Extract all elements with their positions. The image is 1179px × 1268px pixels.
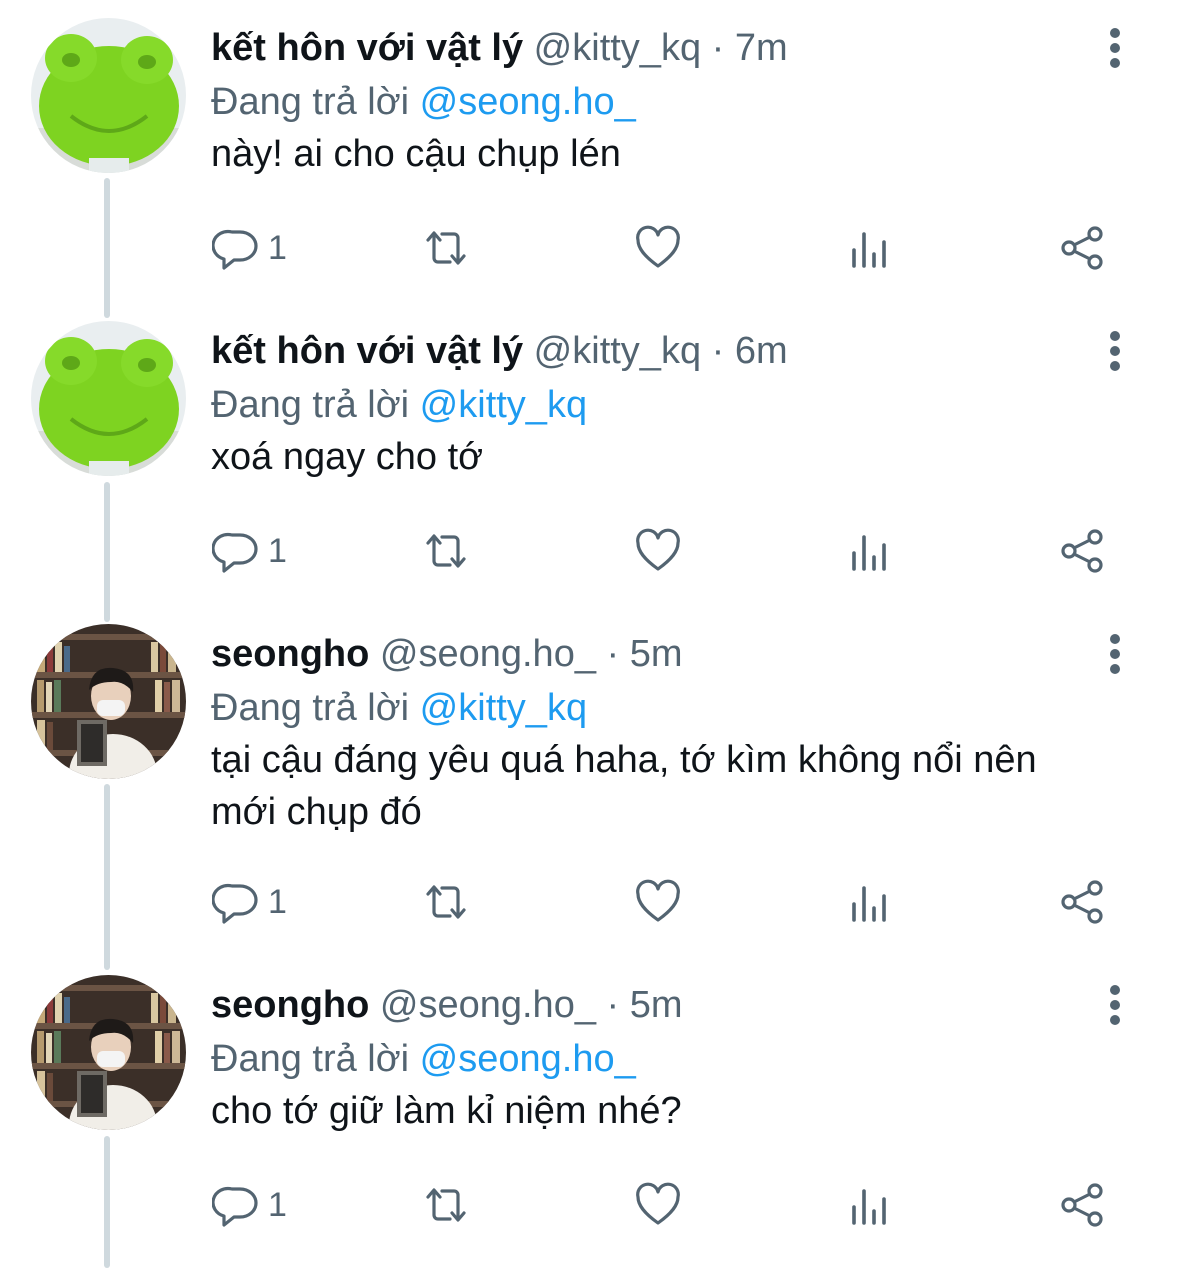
timestamp[interactable]: · 7m [712, 27, 788, 69]
analytics-icon [852, 1189, 886, 1225]
tweet[interactable]: seongho @seong.ho_ · 5m Đang trả lời @se… [0, 957, 1179, 1268]
share-button[interactable] [1058, 872, 1106, 932]
user-handle[interactable]: @kitty_kq [534, 27, 701, 69]
tweet-header: seongho @seong.ho_ · 5m [211, 628, 683, 680]
timestamp[interactable]: · 6m [712, 330, 788, 372]
analytics-icon [852, 535, 886, 571]
retweet-icon [426, 231, 466, 265]
avatar[interactable] [31, 321, 186, 476]
reply-button[interactable]: 1 [212, 1175, 287, 1235]
person-avatar-image [31, 624, 186, 779]
avatar[interactable] [31, 975, 186, 1130]
share-icon [1061, 529, 1103, 573]
timestamp[interactable]: · 5m [607, 984, 683, 1026]
display-name[interactable]: kết hôn với vật lý [211, 27, 523, 69]
reply-prefix: Đang trả lời [211, 384, 410, 426]
reply-icon [212, 1186, 258, 1227]
share-button[interactable] [1058, 218, 1106, 278]
tweet-header: seongho @seong.ho_ · 5m [211, 979, 683, 1031]
reply-count: 1 [268, 531, 287, 570]
retweet-icon [426, 1188, 466, 1222]
reply-prefix: Đang trả lời [211, 81, 410, 123]
timestamp[interactable]: · 5m [607, 633, 683, 675]
reply-to-handle[interactable]: @seong.ho_ [420, 1038, 636, 1080]
reply-to-handle[interactable]: @kitty_kq [420, 384, 587, 426]
reply-context: Đang trả lời @kitty_kq [211, 379, 587, 431]
views-button[interactable] [846, 1175, 894, 1235]
avatar[interactable] [31, 624, 186, 779]
display-name[interactable]: seongho [211, 984, 369, 1026]
reply-context: Đang trả lời @seong.ho_ [211, 1033, 636, 1085]
reply-count: 1 [268, 882, 287, 921]
more-vertical-icon[interactable] [1100, 329, 1130, 373]
analytics-icon [852, 886, 886, 922]
reply-button[interactable]: 1 [212, 218, 287, 278]
reply-to-handle[interactable]: @seong.ho_ [420, 81, 636, 123]
share-button[interactable] [1058, 1175, 1106, 1235]
reply-button[interactable]: 1 [212, 521, 287, 581]
share-icon [1061, 226, 1103, 270]
tweet[interactable]: kết hôn với vật lý @kitty_kq · 7m Đang t… [0, 0, 1179, 300]
user-handle[interactable]: @seong.ho_ [380, 984, 596, 1026]
share-icon [1061, 880, 1103, 924]
reply-count: 1 [268, 1185, 287, 1224]
avatar[interactable] [31, 18, 186, 173]
heart-icon [636, 528, 680, 571]
tweet-actions: 1 [0, 872, 1179, 932]
more-vertical-icon[interactable] [1100, 983, 1130, 1027]
views-button[interactable] [846, 218, 894, 278]
more-vertical-icon[interactable] [1100, 26, 1130, 70]
tweet-text: cho tớ giữ làm kỉ niệm nhé? [211, 1090, 682, 1132]
tweet[interactable]: seongho @seong.ho_ · 5m Đang trả lời @ki… [0, 606, 1179, 956]
reply-to-handle[interactable]: @kitty_kq [420, 687, 587, 729]
frog-avatar-image [31, 321, 186, 476]
reply-context: Đang trả lời @kitty_kq [211, 682, 587, 734]
views-button[interactable] [846, 872, 894, 932]
heart-icon [636, 225, 680, 268]
retweet-button[interactable] [422, 872, 470, 932]
tweet-header: kết hôn với vật lý @kitty_kq · 6m [211, 325, 788, 377]
retweet-button[interactable] [422, 218, 470, 278]
heart-icon [636, 879, 680, 922]
share-button[interactable] [1058, 521, 1106, 581]
retweet-button[interactable] [422, 521, 470, 581]
like-button[interactable] [634, 218, 682, 278]
views-button[interactable] [846, 521, 894, 581]
reply-prefix: Đang trả lời [211, 687, 410, 729]
more-vertical-icon[interactable] [1100, 632, 1130, 676]
reply-button[interactable]: 1 [212, 872, 287, 932]
tweet-text: xoá ngay cho tớ [211, 436, 484, 478]
reply-icon [212, 532, 258, 573]
tweet-text: này! ai cho cậu chụp lén [211, 133, 621, 175]
retweet-icon [426, 885, 466, 919]
user-handle[interactable]: @kitty_kq [534, 330, 701, 372]
person-avatar-image [31, 975, 186, 1130]
retweet-icon [426, 534, 466, 568]
like-button[interactable] [634, 872, 682, 932]
tweet-actions: 1 [0, 1175, 1179, 1235]
reply-icon [212, 229, 258, 270]
display-name[interactable]: seongho [211, 633, 369, 675]
frog-avatar-image [31, 18, 186, 173]
share-icon [1061, 1183, 1103, 1227]
tweet-header: kết hôn với vật lý @kitty_kq · 7m [211, 22, 788, 74]
tweet[interactable]: kết hôn với vật lý @kitty_kq · 6m Đang t… [0, 303, 1179, 603]
tweet-actions: 1 [0, 521, 1179, 581]
tweet-text: tại cậu đáng yêu quá haha, tớ kìm không … [211, 739, 1037, 833]
user-handle[interactable]: @seong.ho_ [380, 633, 596, 675]
reply-count: 1 [268, 228, 287, 267]
tweet-actions: 1 [0, 218, 1179, 278]
like-button[interactable] [634, 521, 682, 581]
like-button[interactable] [634, 1175, 682, 1235]
reply-context: Đang trả lời @seong.ho_ [211, 76, 636, 128]
reply-icon [212, 883, 258, 924]
display-name[interactable]: kết hôn với vật lý [211, 330, 523, 372]
heart-icon [636, 1182, 680, 1225]
analytics-icon [852, 232, 886, 268]
retweet-button[interactable] [422, 1175, 470, 1235]
reply-prefix: Đang trả lời [211, 1038, 410, 1080]
